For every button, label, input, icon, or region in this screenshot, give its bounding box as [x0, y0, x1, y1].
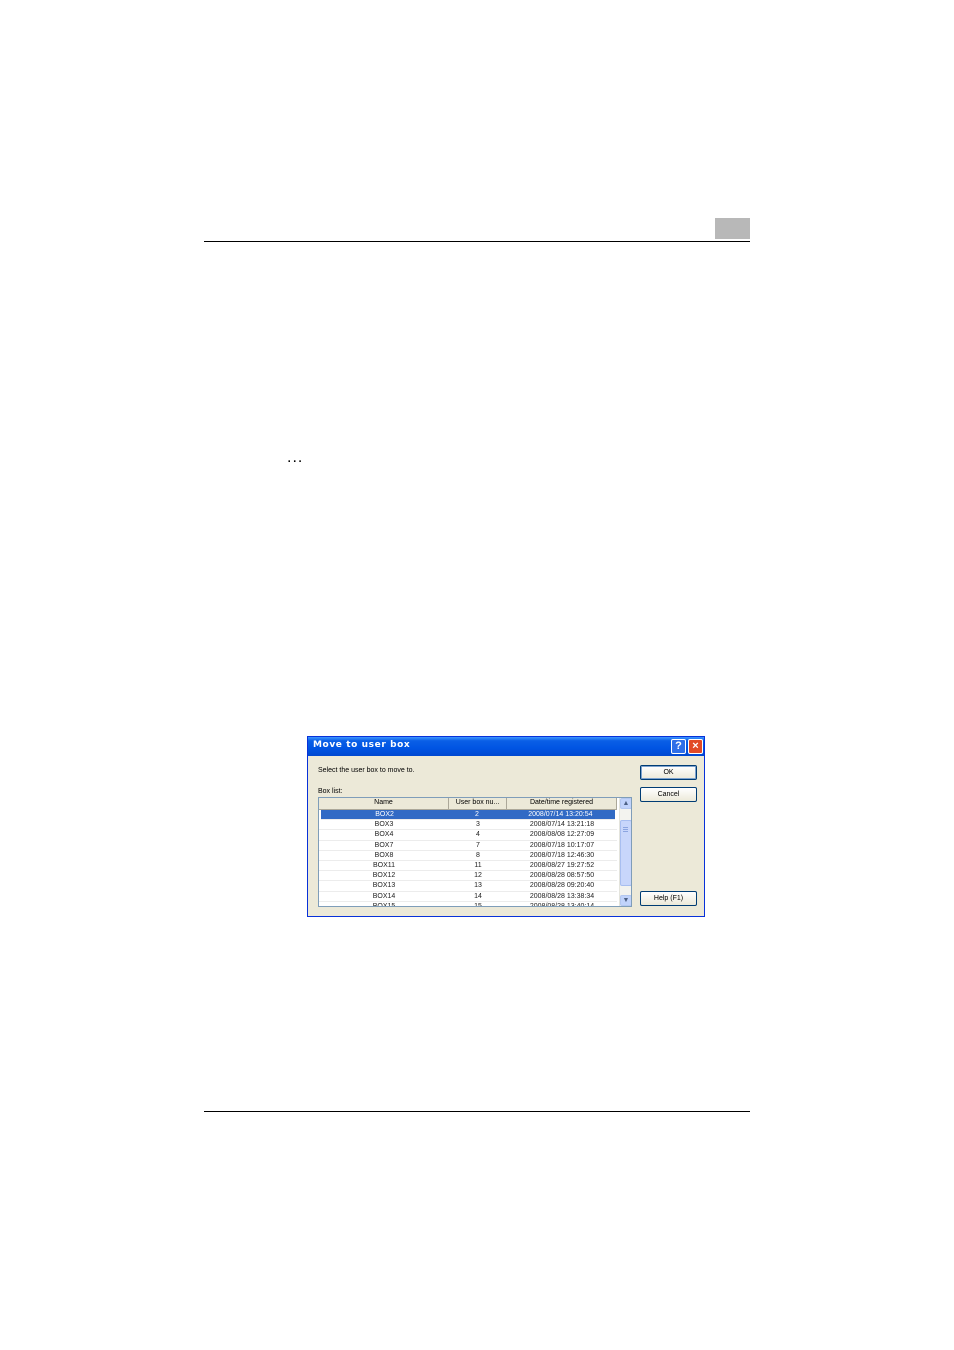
vertical-scrollbar[interactable]: ▲ ▼ [619, 798, 631, 906]
row-name-cell: BOX3 [374, 821, 394, 829]
column-header-date-registered[interactable]: Date/time registered [507, 798, 617, 809]
box-list-label: Box list: [318, 788, 343, 795]
row-number-cell: 13 [474, 882, 482, 890]
row-number-cell: 14 [474, 892, 482, 900]
row-number-cell: 2 [474, 811, 479, 818]
scroll-grip-icon [623, 827, 628, 833]
scroll-up-icon[interactable]: ▲ [620, 798, 631, 809]
row-date-cell: 2008/08/28 13:38:34 [529, 892, 595, 900]
table-row[interactable]: BOX15 15 2008/08/28 13:40:14 [319, 902, 617, 907]
table-row[interactable]: BOX7 7 2008/07/18 10:17:07 [319, 841, 617, 851]
scroll-down-icon[interactable]: ▼ [620, 895, 631, 906]
row-name-cell: BOX2 [375, 811, 394, 818]
header-tab-marker [715, 218, 750, 239]
row-name-cell: BOX12 [372, 872, 396, 880]
help-icon[interactable]: ? [671, 739, 686, 754]
dialog-client: Select the user box to move to. Box list… [312, 760, 700, 912]
table-row[interactable]: BOX4 4 2008/08/08 12:27:09 [319, 830, 617, 841]
column-header-name[interactable]: Name [319, 798, 449, 809]
row-number-cell: 11 [474, 861, 482, 869]
list-header: Name User box nu... Date/time registered [319, 798, 617, 810]
row-name-cell: BOX13 [372, 882, 396, 890]
row-name-cell: BOX11 [372, 861, 396, 869]
row-name-cell: BOX7 [374, 841, 394, 849]
row-name-cell: BOX15 [372, 902, 396, 907]
header-rule [204, 241, 750, 242]
dialog-title: Move to user box [313, 740, 411, 750]
row-name-cell: BOX14 [372, 892, 396, 900]
row-date-cell: 2008/08/27 19:27:52 [529, 861, 595, 869]
cancel-button[interactable]: Cancel [640, 787, 697, 802]
dialog-titlebar[interactable]: Move to user box ? × [308, 737, 704, 756]
ellipsis-marker: ... [287, 449, 304, 466]
row-date-cell: 2008/08/28 08:57:50 [529, 872, 595, 880]
close-icon[interactable]: × [688, 739, 703, 754]
dialog-prompt: Select the user box to move to. [318, 767, 415, 774]
help-button[interactable]: Help (F1) [640, 891, 697, 906]
row-date-cell: 2008/07/14 13:20:54 [528, 811, 593, 818]
row-date-cell: 2008/07/18 10:17:07 [529, 841, 595, 849]
table-row[interactable]: BOX3 3 2008/07/14 13:21:18 [319, 820, 617, 831]
table-row[interactable]: BOX11 11 2008/08/27 19:27:52 [319, 861, 617, 872]
table-row[interactable]: BOX13 13 2008/08/28 09:20:40 [319, 881, 617, 892]
table-row[interactable]: BOX2 2 2008/07/14 13:20:54 [321, 810, 615, 821]
row-date-cell: 2008/08/28 09:20:40 [529, 882, 595, 890]
footer-rule [204, 1111, 750, 1112]
list-rows: BOX2 2 2008/07/14 13:20:54 BOX3 3 2008/07/14 … [319, 810, 617, 907]
row-date-cell: 2008/07/14 13:21:18 [529, 821, 595, 829]
row-number-cell: 15 [474, 902, 482, 907]
table-row[interactable]: BOX12 12 2008/08/28 08:57:50 [319, 871, 617, 882]
table-row[interactable]: BOX14 14 2008/08/28 13:38:34 [319, 892, 617, 902]
column-header-user-box-number[interactable]: User box nu... [449, 798, 507, 809]
row-date-cell: 2008/08/28 13:40:14 [529, 902, 595, 907]
row-date-cell: 2008/08/08 12:27:09 [529, 831, 595, 839]
row-date-cell: 2008/07/18 12:46:30 [529, 851, 595, 859]
ok-button[interactable]: OK [640, 765, 697, 780]
table-row[interactable]: BOX8 8 2008/07/18 12:46:30 [319, 851, 617, 861]
row-number-cell: 8 [476, 851, 480, 859]
row-number-cell: 7 [476, 841, 480, 849]
row-name-cell: BOX4 [374, 831, 394, 839]
row-number-cell: 4 [476, 831, 480, 839]
move-to-user-box-dialog: Move to user box ? × Select the user box… [307, 736, 705, 917]
row-number-cell: 12 [474, 872, 482, 880]
row-name-cell: BOX8 [374, 851, 394, 859]
row-number-cell: 3 [476, 821, 480, 829]
box-list[interactable]: Name User box nu... Date/time registered… [318, 797, 632, 907]
